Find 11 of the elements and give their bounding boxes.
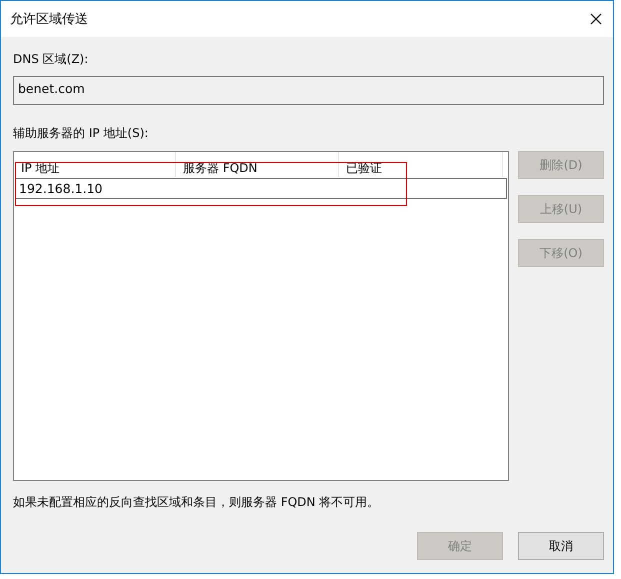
fqdn-note: 如果未配置相应的反向查找区域和条目，则服务器 FQDN 将不可用。 [13,494,380,511]
dialog-button[interactable]: 取消 [518,532,604,560]
server-row[interactable]: 192.168.1.10 [15,178,507,199]
table-cell-text: 192.168.1.10 [18,180,104,198]
zone-field[interactable]: benet.com [13,76,604,105]
window-title: 允许区域传送 [10,11,88,28]
column-header[interactable]: IP 地址 [14,152,176,177]
servers-label: 辅助服务器的 IP 地址(S): [13,125,150,142]
column-header[interactable]: 已验证 [339,152,503,177]
zone-label: DNS 区域(Z): [13,51,90,68]
close-icon [590,13,602,25]
